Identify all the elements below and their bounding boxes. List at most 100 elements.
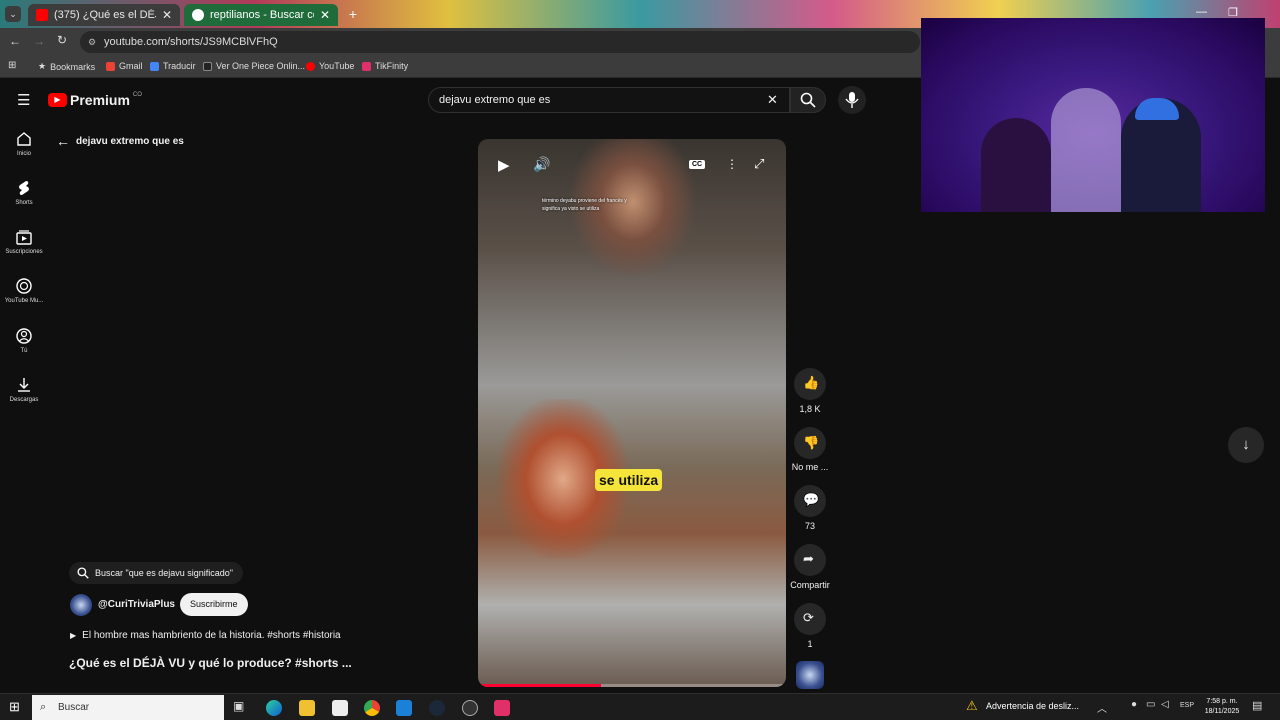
taskbar-search-placeholder: Buscar xyxy=(58,702,90,713)
youtube-logo[interactable]: ▶ Premium CO xyxy=(48,92,142,108)
mic-tray-icon[interactable]: ● xyxy=(1131,699,1137,710)
download-icon xyxy=(18,378,30,392)
channel-avatar-small[interactable] xyxy=(796,661,824,689)
share-icon: ➦ xyxy=(803,551,814,566)
sidebar-item-tu[interactable]: Tú xyxy=(0,328,48,354)
menu-icon[interactable]: ☰ xyxy=(17,91,30,109)
close-tab-icon[interactable]: ✕ xyxy=(162,8,172,22)
country-code: CO xyxy=(132,92,142,98)
clock[interactable]: 7:58 p. m. 18/11/2025 xyxy=(1200,697,1244,717)
sidebar-item-label: Tú xyxy=(20,348,28,354)
chrome-icon[interactable] xyxy=(364,700,380,716)
obs-icon[interactable] xyxy=(462,700,478,716)
url-text: youtube.com/shorts/JS9MCBlVFhQ xyxy=(104,36,278,48)
language-indicator[interactable]: ESP xyxy=(1180,702,1194,709)
sidebar-item-label: Inicio xyxy=(16,151,31,157)
site-info-icon[interactable]: ⚙ xyxy=(88,31,96,53)
dislike-button[interactable]: 👎 xyxy=(794,427,826,459)
sidebar-item-label: YouTube Mu... xyxy=(4,298,44,304)
bookmark-label: Ver One Piece Onlin... xyxy=(216,61,306,71)
tray-chevron-icon[interactable]: ︿ xyxy=(1097,700,1107,715)
sidebar-item-descargas[interactable]: Descargas xyxy=(0,377,48,403)
webcam-person-left xyxy=(981,118,1051,212)
clear-search-icon[interactable]: ✕ xyxy=(767,88,778,112)
remix-button[interactable]: ⟳ xyxy=(794,603,826,635)
new-tab-button[interactable]: + xyxy=(345,6,361,22)
tab-youtube[interactable]: (375) ¿Qué es el DÉJÀ VU y qué ✕ xyxy=(28,4,180,26)
channel-name[interactable]: @CuriTriviaPlus xyxy=(98,599,175,610)
edge-icon[interactable] xyxy=(266,700,282,716)
clock-time: 7:58 p. m. xyxy=(1206,698,1238,705)
search-input[interactable]: dejavu extremo que es ✕ xyxy=(428,87,790,113)
store-icon[interactable] xyxy=(332,700,348,716)
shorts-icon xyxy=(19,181,29,195)
tiktok-icon[interactable] xyxy=(494,700,510,716)
back-to-search[interactable]: ← dejavu extremo que es xyxy=(56,133,184,149)
fullscreen-icon[interactable]: ⤢ xyxy=(754,156,764,172)
bookmark-tikfinity[interactable]: TikFinity xyxy=(362,61,408,71)
channel-avatar[interactable] xyxy=(70,594,92,616)
remix-count: 1 xyxy=(807,639,813,649)
vscode-icon[interactable] xyxy=(396,700,412,716)
file-explorer-icon[interactable] xyxy=(299,700,315,716)
forward-icon[interactable]: → xyxy=(33,34,45,48)
related-search-chip[interactable]: Buscar "que es dejavu significado" xyxy=(69,562,243,584)
share-label: Compartir xyxy=(790,580,830,590)
reload-icon[interactable]: ↻ xyxy=(57,33,67,47)
tab-google[interactable]: reptilianos - Buscar con Google ✕ xyxy=(184,4,338,26)
translate-icon xyxy=(150,61,159,71)
volume-icon[interactable]: 🔊 xyxy=(533,156,550,173)
video-caption: se utiliza xyxy=(595,469,663,491)
apps-icon[interactable]: ⊞ xyxy=(8,60,16,71)
next-short-button[interactable]: ↓ xyxy=(1228,427,1264,463)
bookmark-one-piece[interactable]: Ver One Piece Onlin... xyxy=(203,61,305,71)
playlist-text: El hombre mas hambriento de la historia.… xyxy=(82,630,341,641)
search-value: dejavu extremo que es xyxy=(439,94,551,106)
task-view-icon[interactable]: ▣ xyxy=(233,699,244,713)
bookmark-gmail[interactable]: Gmail xyxy=(106,61,143,71)
bookmark-youtube[interactable]: YouTube xyxy=(306,61,354,71)
back-icon[interactable]: ← xyxy=(9,34,21,48)
bookmark-label: Traducir xyxy=(163,61,196,71)
network-icon[interactable]: ▭ xyxy=(1146,699,1155,710)
search-button[interactable] xyxy=(790,87,826,113)
gmail-icon xyxy=(106,61,115,71)
play-icon[interactable]: ▶ xyxy=(498,156,510,174)
windows-start-icon[interactable]: ⊞ xyxy=(9,699,20,715)
sidebar-item-inicio[interactable]: Inicio xyxy=(0,131,48,157)
search-icon xyxy=(77,567,89,579)
sidebar-item-suscripciones[interactable]: Suscripciones xyxy=(0,229,48,255)
warning-text[interactable]: Advertencia de desliz... xyxy=(986,701,1079,711)
comments-button[interactable]: 💬 xyxy=(794,485,826,517)
subscribe-button[interactable]: Suscribirme xyxy=(180,593,248,616)
steam-icon[interactable] xyxy=(429,700,445,716)
bookmark-traducir[interactable]: Traducir xyxy=(150,61,196,71)
sidebar-item-label: Suscripciones xyxy=(5,249,43,255)
shorts-video-player[interactable]: ▶ 🔊 CC ⋮ ⤢ término deyabu proviene del f… xyxy=(478,139,786,687)
address-bar[interactable]: ⚙ youtube.com/shorts/JS9MCBlVFhQ xyxy=(80,31,920,53)
close-tab-icon[interactable]: ✕ xyxy=(320,8,330,22)
bookmark-bookmarks[interactable]: ★ Bookmarks xyxy=(38,61,95,72)
youtube-favicon-icon xyxy=(36,9,48,21)
playlist-link[interactable]: ▶ El hombre mas hambriento de la histori… xyxy=(70,630,341,642)
sidebar-item-shorts[interactable]: Shorts xyxy=(0,180,48,206)
remix-icon: ⟳ xyxy=(803,610,814,625)
more-options-icon[interactable]: ⋮ xyxy=(726,157,738,171)
video-progress-track[interactable] xyxy=(478,684,786,687)
sidebar-item-youtube-music[interactable]: YouTube Mu... xyxy=(0,278,48,304)
notification-icon[interactable]: ▤ xyxy=(1252,699,1262,712)
arrow-down-icon: ↓ xyxy=(1242,436,1250,453)
bookmark-label: TikFinity xyxy=(375,61,409,71)
taskbar-search-input[interactable]: ⌕ Buscar xyxy=(32,695,224,720)
share-button[interactable]: ➦ xyxy=(794,544,826,576)
tab-title: reptilianos - Buscar con Google xyxy=(210,9,314,21)
tab-search-button[interactable]: ⌄ xyxy=(5,6,21,22)
like-count: 1,8 K xyxy=(799,404,821,414)
minimize-window-button[interactable]: — xyxy=(1196,6,1207,18)
captions-icon[interactable]: CC xyxy=(689,160,706,169)
voice-search-button[interactable] xyxy=(838,86,866,114)
back-title: dejavu extremo que es xyxy=(76,135,184,147)
video-title[interactable]: ¿Qué es el DÉJÀ VU y qué lo produce? #sh… xyxy=(69,656,352,670)
like-button[interactable]: 👍 xyxy=(794,368,826,400)
volume-tray-icon[interactable]: ◁ xyxy=(1161,699,1169,710)
